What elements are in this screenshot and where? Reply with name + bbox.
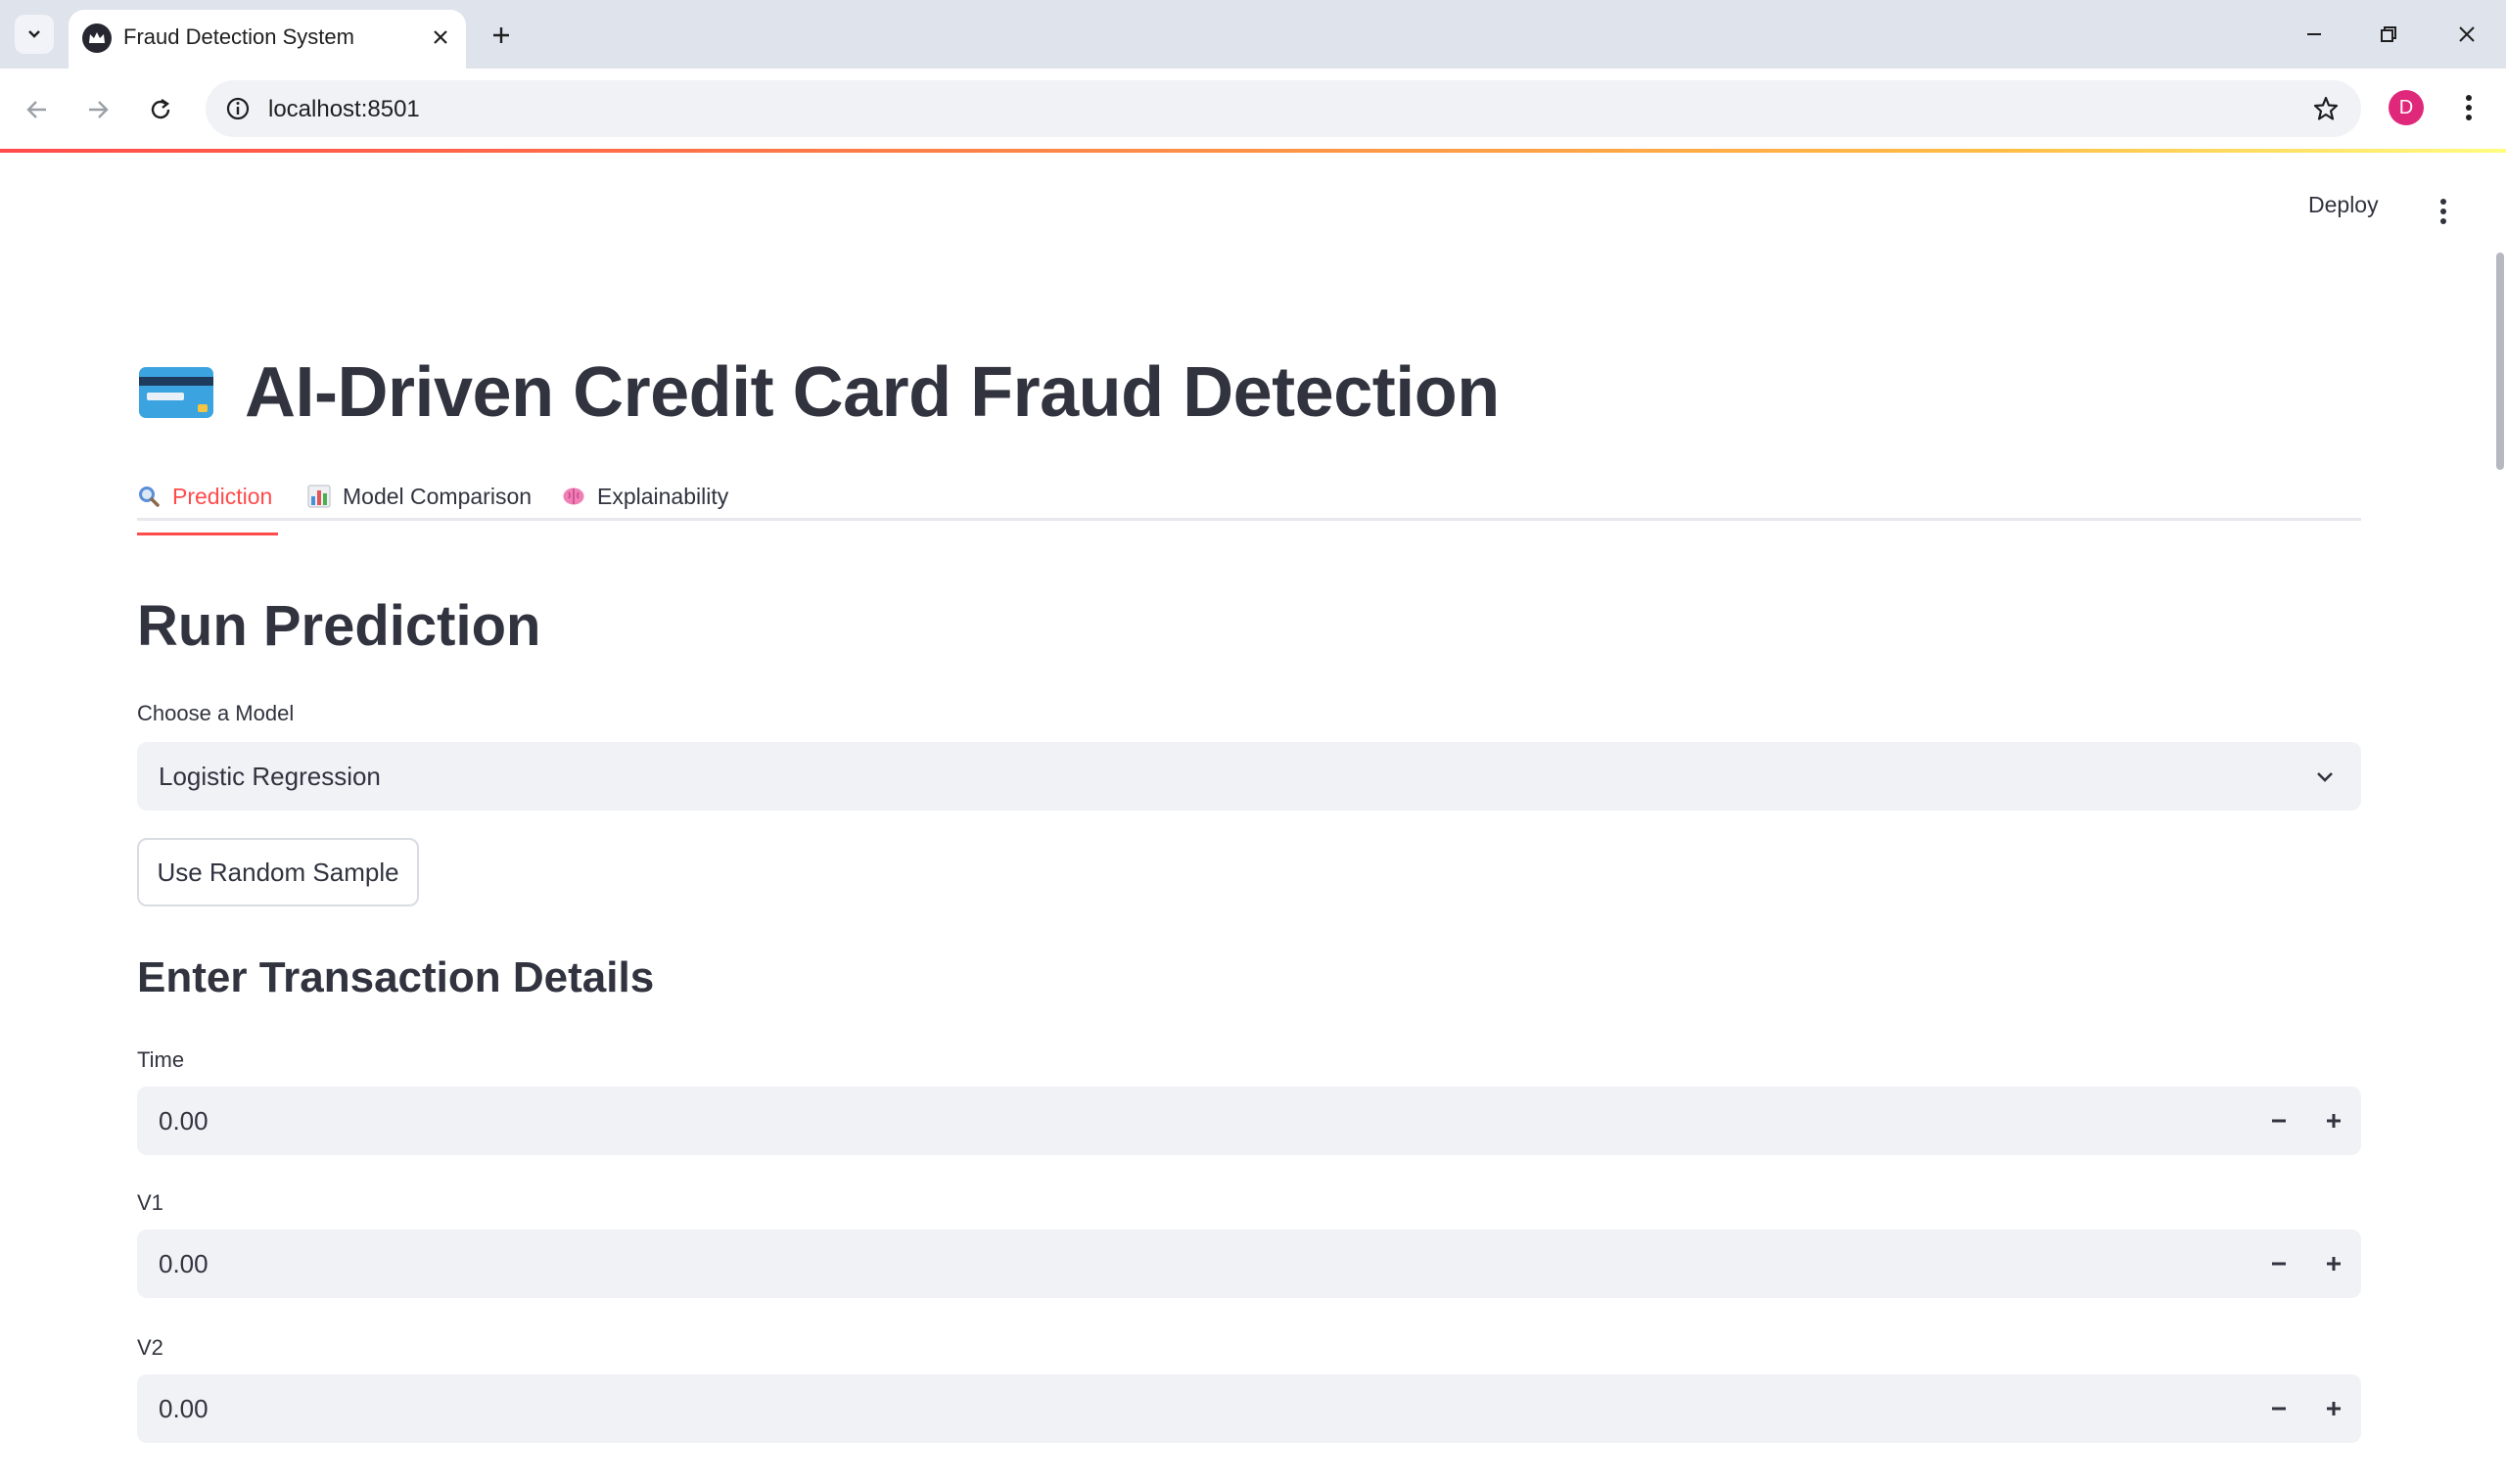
v1-field-label: V1 <box>137 1190 163 1215</box>
increment-button[interactable] <box>2306 1087 2361 1155</box>
v2-field-label: V2 <box>137 1335 163 1360</box>
profile-avatar[interactable]: D <box>2389 90 2424 125</box>
browser-tab[interactable]: Fraud Detection System <box>69 10 466 69</box>
brain-icon <box>562 485 585 508</box>
increment-button[interactable] <box>2306 1374 2361 1443</box>
section-heading: Run Prediction <box>137 594 541 658</box>
tab-model-comparison[interactable]: Model Comparison <box>307 472 532 521</box>
tab-label: Prediction <box>172 483 273 509</box>
magnifier-icon <box>137 485 161 508</box>
minimize-icon[interactable] <box>2285 10 2344 59</box>
model-select-value: Logistic Regression <box>159 762 381 791</box>
transaction-details-heading: Enter Transaction Details <box>137 953 655 1001</box>
streamlit-crown-icon <box>82 23 112 53</box>
page-title: AI-Driven Credit Card Fraud Detection <box>137 348 1500 437</box>
tab-label: Model Comparison <box>343 483 533 509</box>
new-tab-icon[interactable] <box>482 16 521 55</box>
page-title-text: AI-Driven Credit Card Fraud Detection <box>245 353 1500 432</box>
tab-label: Explainability <box>597 483 729 509</box>
browser-tab-bar: Fraud Detection System <box>0 0 2506 69</box>
decrement-button[interactable] <box>2251 1374 2306 1443</box>
time-number-input[interactable]: 0.00 <box>137 1087 2361 1155</box>
app-menu-icon[interactable] <box>2426 192 2461 231</box>
bar-chart-icon <box>307 485 331 508</box>
plus-icon <box>2327 1257 2341 1271</box>
v2-number-input[interactable]: 0.00 <box>137 1374 2361 1443</box>
tab-explainability[interactable]: Explainability <box>562 472 728 521</box>
close-tab-icon[interactable] <box>423 20 458 55</box>
bookmark-star-icon[interactable] <box>2308 91 2344 126</box>
address-bar[interactable]: localhost:8501 <box>206 80 2361 137</box>
decrement-button[interactable] <box>2251 1229 2306 1298</box>
minus-icon <box>2272 1262 2286 1266</box>
chevron-down-icon <box>2308 760 2342 793</box>
minus-icon <box>2272 1407 2286 1411</box>
v2-value[interactable]: 0.00 <box>159 1394 209 1424</box>
chevron-down-icon <box>28 30 40 38</box>
tab-title: Fraud Detection System <box>123 24 354 49</box>
tab-prediction[interactable]: Prediction <box>137 472 272 521</box>
reload-icon[interactable] <box>139 88 182 131</box>
browser-menu-icon[interactable] <box>2449 88 2488 127</box>
time-field-label: Time <box>137 1047 185 1072</box>
forward-icon[interactable] <box>76 88 119 131</box>
tab-list: Prediction Model Comparison Explainabili… <box>137 472 2361 521</box>
use-random-sample-button[interactable]: Use Random Sample <box>137 838 419 906</box>
increment-button[interactable] <box>2306 1229 2361 1298</box>
v1-value[interactable]: 0.00 <box>159 1249 209 1279</box>
page-scrollbar[interactable] <box>2496 253 2504 470</box>
active-tab-indicator <box>137 533 278 535</box>
back-icon[interactable] <box>16 88 59 131</box>
credit-card-icon <box>137 365 215 420</box>
minus-icon <box>2272 1119 2286 1123</box>
decrement-button[interactable] <box>2251 1087 2306 1155</box>
model-select-label: Choose a Model <box>137 701 295 725</box>
app-decoration-bar <box>0 149 2506 153</box>
deploy-button[interactable]: Deploy <box>2308 192 2379 218</box>
plus-icon <box>2327 1402 2341 1415</box>
time-value[interactable]: 0.00 <box>159 1106 209 1136</box>
site-info-icon[interactable] <box>221 92 255 125</box>
model-select[interactable]: Logistic Regression <box>137 742 2361 811</box>
url-text[interactable]: localhost:8501 <box>268 96 420 123</box>
v1-number-input[interactable]: 0.00 <box>137 1229 2361 1298</box>
plus-icon <box>2327 1114 2341 1128</box>
restore-icon[interactable] <box>2359 10 2418 59</box>
close-window-icon[interactable] <box>2437 10 2496 59</box>
browser-toolbar: localhost:8501 D <box>0 69 2506 149</box>
tab-search-button[interactable] <box>15 15 54 54</box>
